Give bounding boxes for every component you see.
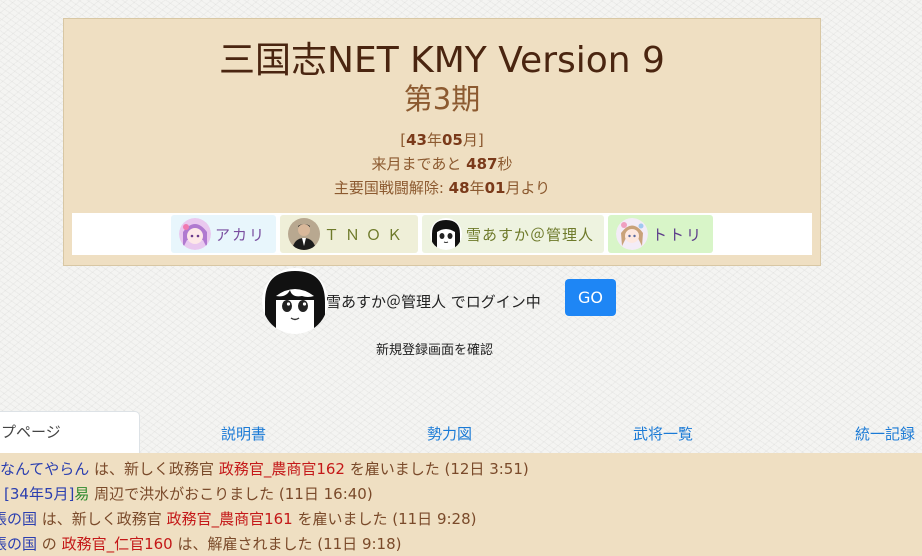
player-name: トトリ — [652, 225, 704, 244]
tab-top-page[interactable]: プページ — [0, 411, 140, 453]
war-unlock-year: 48 — [448, 179, 470, 197]
log-country[interactable]: 帳の国 — [0, 535, 37, 553]
log-text: 周辺で洪水がおこりました (11日 16:40) — [89, 485, 373, 503]
date-bracket-close: ] — [477, 131, 484, 149]
season-label: 第3期 — [403, 82, 481, 116]
anime-girl-pastel-avatar-icon — [616, 218, 649, 250]
player-name: 雪あすか＠管理人 — [466, 225, 595, 244]
online-players-bar: アカリ ＴＮＯＫ 雪あすか＠管理人 トトリ — [72, 213, 812, 255]
game-title: 三国志NET KMY Version 9 — [219, 40, 665, 81]
log-general[interactable]: 政務官_仁官160 — [62, 535, 173, 553]
war-unlock-date: 主要国戦闘解除: 48年01月より — [64, 181, 820, 196]
log-text: の — [37, 535, 62, 553]
war-unlock-year-unit: 年 — [469, 179, 485, 197]
countdown-prefix: 来月まであと — [371, 155, 467, 173]
log-country[interactable]: なんてやらん — [0, 460, 89, 478]
log-line: なんてやらん は、新しく政務官 政務官_農商官162 を雇いました (12日 3… — [0, 462, 529, 477]
player-name: ＴＮＯＫ — [323, 225, 408, 244]
log-text: は、新しく政務官 — [37, 510, 167, 528]
game-date: [43年05月] — [64, 133, 820, 148]
war-unlock-suffix: 月より — [505, 179, 551, 197]
player-chip-admin[interactable]: 雪あすか＠管理人 — [422, 215, 605, 253]
tab-power-map[interactable]: 勢力図 — [427, 423, 472, 444]
countdown-seconds: 487 — [466, 155, 498, 173]
war-unlock-month: 01 — [484, 179, 506, 197]
manga-girl-avatar-icon — [430, 218, 462, 250]
log-general[interactable]: 政務官_農商官162 — [219, 460, 345, 478]
register-confirm-link[interactable]: 新規登録画面を確認 — [376, 339, 493, 358]
war-unlock-prefix: 主要国戦闘解除: — [333, 179, 449, 197]
login-username: 雪あすか＠管理人 — [326, 293, 447, 311]
countdown-unit: 秒 — [497, 155, 513, 173]
log-general[interactable]: 政務官_農商官161 — [167, 510, 293, 528]
tab-general-list[interactable]: 武将一覧 — [633, 423, 693, 444]
log-text: を雇いました (11日 9:28) — [292, 510, 477, 528]
log-line: 帳の国 は、新しく政務官 政務官_農商官161 を雇いました (11日 9:28… — [0, 512, 476, 527]
go-button[interactable]: GO — [565, 279, 616, 316]
date-month-unit: 月 — [462, 131, 478, 149]
event-log: なんてやらん は、新しく政務官 政務官_農商官162 を雇いました (12日 3… — [0, 453, 922, 556]
login-suffix: でログイン中 — [446, 293, 541, 311]
header-panel: 三国志NET KMY Version 9 第3期 [43年05月] 来月まであと… — [63, 18, 821, 266]
player-chip-totori[interactable]: トトリ — [608, 215, 714, 253]
date-month: 05 — [442, 131, 463, 149]
main-nav-tabs: プページ 説明書 勢力図 武将一覧 統一記録 — [0, 411, 922, 453]
next-month-countdown: 来月まであと 487秒 — [64, 157, 820, 172]
man-dark-suit-avatar-icon — [287, 218, 320, 250]
log-city[interactable]: 易 — [74, 485, 89, 503]
date-year: 43 — [406, 131, 427, 149]
login-status: 雪あすか＠管理人 でログイン中 — [326, 291, 541, 312]
login-user-avatar-icon — [262, 268, 328, 334]
anime-girl-purple-avatar-icon — [178, 218, 211, 250]
log-text: は、新しく政務官 — [89, 460, 219, 478]
log-line: [34年5月]易 周辺で洪水がおこりました (11日 16:40) — [0, 487, 373, 502]
log-text: は、解雇されました (11日 9:18) — [172, 535, 402, 553]
log-country[interactable]: 帳の国 — [0, 510, 37, 528]
date-year-unit: 年 — [426, 131, 442, 149]
player-chip-akari[interactable]: アカリ — [170, 215, 276, 253]
log-date: [34年5月] — [4, 485, 75, 503]
tab-unification-record[interactable]: 統一記録 — [855, 423, 915, 444]
player-name: アカリ — [214, 225, 266, 244]
log-line: 帳の国 の 政務官_仁官160 は、解雇されました (11日 9:18) — [0, 537, 401, 552]
player-chip-tnok[interactable]: ＴＮＯＫ — [279, 215, 418, 253]
log-text: を雇いました (12日 3:51) — [344, 460, 529, 478]
tab-manual[interactable]: 説明書 — [221, 423, 266, 444]
